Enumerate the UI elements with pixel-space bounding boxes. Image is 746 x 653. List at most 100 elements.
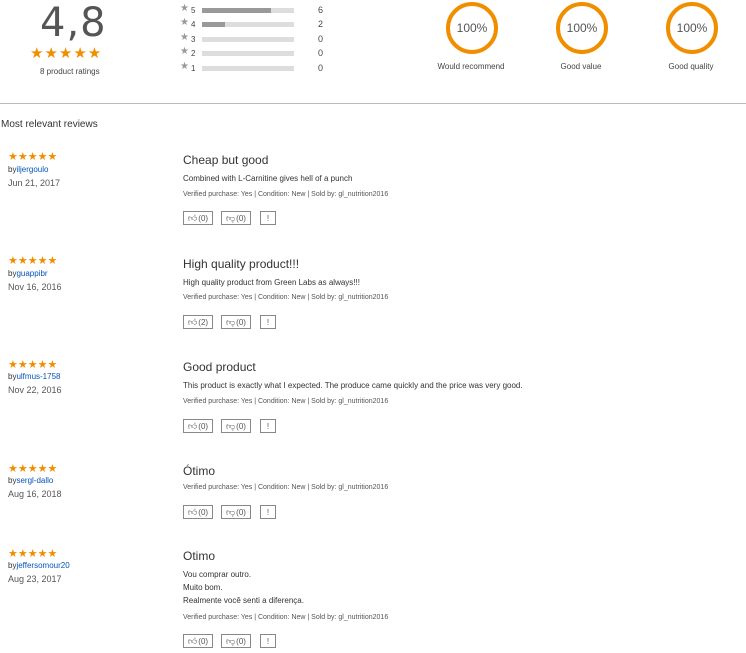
histogram-star-label: 2 [191,49,196,58]
unhelpful-count: 0 [238,213,244,223]
thumbs-down-icon: 👎︎ [226,212,236,223]
histogram-bar [202,51,294,56]
good-value-label: Good value [560,62,602,71]
histogram-row-1[interactable]: ★ 1 0 [180,61,340,75]
review-text: This product is exactly what I expected.… [183,381,523,390]
good-quality-circle: 100% [666,2,718,54]
review-title: Good product [183,360,256,374]
helpful-count: 2 [200,317,206,327]
reviewer-link[interactable]: guappibr [16,269,47,278]
histogram-row-2[interactable]: ★ 2 0 [180,46,340,60]
review-text: Combined with L-Carnitine gives hell of … [183,174,353,183]
helpful-button[interactable]: 👍︎(0) [183,211,213,225]
helpful-button[interactable]: 👍︎(2) [183,315,213,329]
thumbs-up-icon: 👍︎ [187,420,198,431]
unhelpful-button[interactable]: 👎︎(0) [221,634,251,648]
histogram-star-label: 5 [191,6,196,15]
histogram-bar [202,22,294,27]
unhelpful-count: 0 [238,636,244,646]
review-meta: Verified purchase: Yes | Condition: New … [183,398,389,405]
report-button[interactable]: ! [260,315,276,329]
review-stars: ★★★★★ [8,255,58,267]
review-date: Jun 21, 2017 [8,178,61,188]
review-stars: ★★★★★ [8,463,58,475]
review-meta: Verified purchase: Yes | Condition: New … [183,484,389,491]
unhelpful-button[interactable]: 👎︎(0) [221,315,251,329]
review-stars: ★★★★★ [8,359,58,371]
thumbs-down-icon: 👎︎ [226,635,236,646]
review-card: ★★★★★ byjeffersomour20 Aug 23, 2017 Otim… [0,547,746,651]
reviewer-link[interactable]: sergl-dallo [16,476,53,485]
average-rating: 4,8 [40,0,107,46]
star-icon: ★ [180,61,189,72]
histogram-count: 2 [318,19,324,29]
histogram-star-label: 3 [191,35,196,44]
thumbs-up-icon: 👍︎ [187,506,198,517]
report-button[interactable]: ! [260,211,276,225]
review-text: High quality product from Green Labs as … [183,278,360,287]
star-icon: ★ [180,17,189,28]
review-stars: ★★★★★ [8,548,58,560]
star-icon: ★ [180,46,189,57]
review-date: Nov 22, 2016 [8,385,62,395]
report-button[interactable]: ! [260,505,276,519]
report-button[interactable]: ! [260,634,276,648]
unhelpful-button[interactable]: 👎︎(0) [221,211,251,225]
review-card: ★★★★★ byguappibr Nov 16, 2016 High quali… [0,254,746,336]
good-value-circle: 100% [556,2,608,54]
review-card: ★★★★★ byulfmus-1758 Nov 22, 2016 Good pr… [0,358,746,440]
histogram-count: 6 [318,5,324,15]
review-stars: ★★★★★ [8,151,58,163]
review-byline: byulfmus-1758 [8,372,60,381]
helpful-count: 0 [200,507,206,517]
histogram-count: 0 [318,34,324,44]
thumbs-up-icon: 👍︎ [187,212,198,223]
thumbs-up-icon: 👍︎ [187,316,198,327]
helpful-button[interactable]: 👍︎(0) [183,505,213,519]
review-meta: Verified purchase: Yes | Condition: New … [183,191,389,198]
review-byline: bysergl-dallo [8,476,53,485]
reviewer-link[interactable]: jeffersomour20 [16,561,69,570]
helpful-count: 0 [200,636,206,646]
star-icon: ★ [180,3,189,14]
review-title: Cheap but good [183,153,269,167]
thumbs-up-icon: 👍︎ [187,635,198,646]
unhelpful-count: 0 [238,507,244,517]
thumbs-down-icon: 👎︎ [226,506,236,517]
review-text-line: Vou comprar outro. [183,570,252,579]
histogram-bar [202,66,294,71]
review-title: High quality product!!! [183,257,300,271]
histogram-row-3[interactable]: ★ 3 0 [180,32,340,46]
histogram-count: 0 [318,48,324,58]
thumbs-down-icon: 👎︎ [226,420,236,431]
good-quality-label: Good quality [668,62,714,71]
histogram-bar [202,8,294,13]
histogram-row-5[interactable]: ★ 5 6 [180,3,340,17]
review-byline: byiljergoulo [8,165,48,174]
would-recommend-circle: 100% [446,2,498,54]
unhelpful-button[interactable]: 👎︎(0) [221,505,251,519]
star-icon: ★ [180,32,189,43]
helpful-button[interactable]: 👍︎(0) [183,634,213,648]
reviewer-link[interactable]: ulfmus-1758 [16,372,60,381]
thumbs-down-icon: 👎︎ [226,316,236,327]
report-button[interactable]: ! [260,419,276,433]
review-text-line: Realmente você senti a diferença. [183,596,304,605]
histogram-star-label: 1 [191,64,196,73]
helpful-count: 0 [200,421,206,431]
review-title: Ótimo [183,464,216,478]
unhelpful-button[interactable]: 👎︎(0) [221,419,251,433]
unhelpful-count: 0 [238,421,244,431]
review-date: Aug 23, 2017 [8,574,62,584]
average-stars: ★★★★★ [30,45,103,62]
divider [0,103,746,104]
review-card: ★★★★★ bysergl-dallo Aug 16, 2018 Ótimo V… [0,462,746,524]
reviewer-link[interactable]: iljergoulo [16,165,48,174]
section-title: Most relevant reviews [1,119,98,130]
review-meta: Verified purchase: Yes | Condition: New … [183,294,389,301]
would-recommend-label: Would recommend [437,62,505,71]
histogram-row-4[interactable]: ★ 4 2 [180,17,340,31]
unhelpful-count: 0 [238,317,244,327]
review-byline: byguappibr [8,269,48,278]
helpful-button[interactable]: 👍︎(0) [183,419,213,433]
